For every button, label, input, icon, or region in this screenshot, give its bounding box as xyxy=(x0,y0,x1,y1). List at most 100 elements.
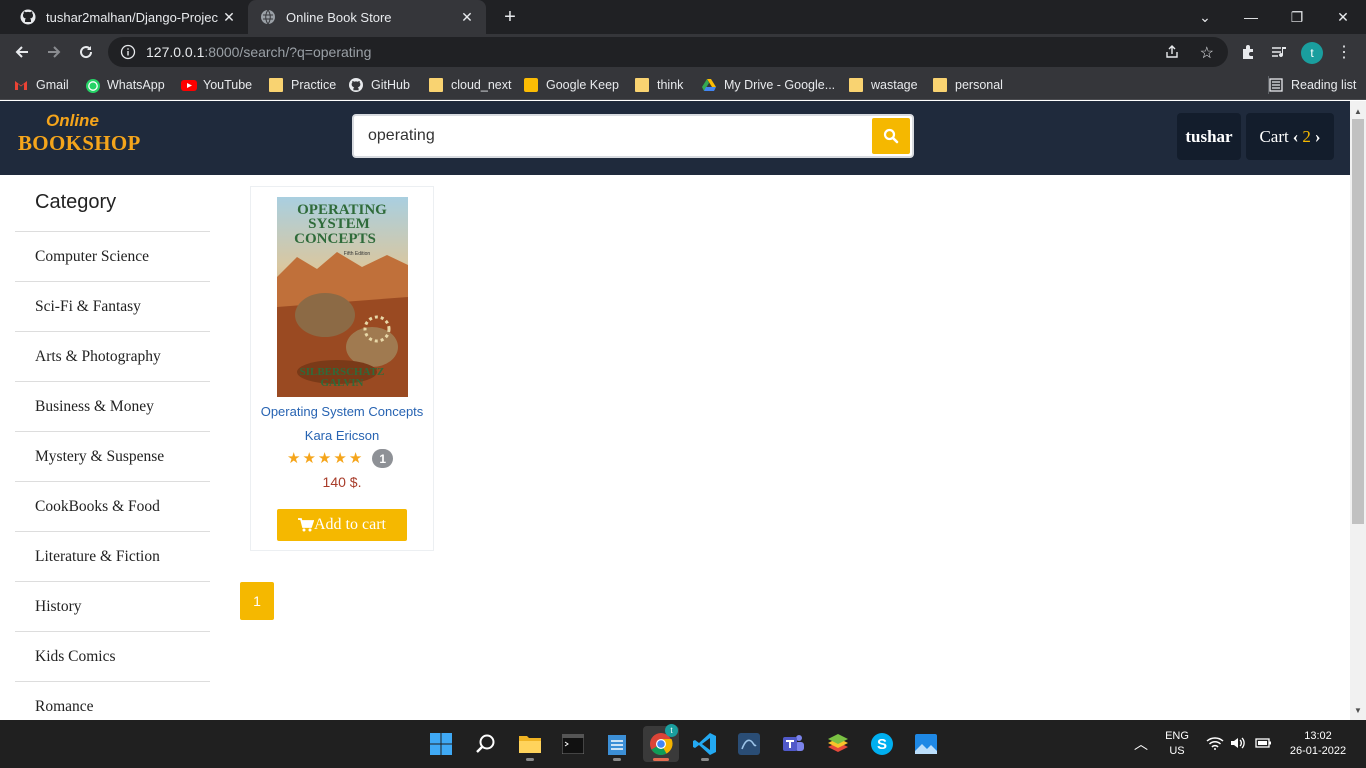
chevron-up-icon[interactable]: ︿ xyxy=(1134,734,1148,754)
taskbar-skype[interactable]: S xyxy=(864,726,900,762)
category-item[interactable]: Computer Science xyxy=(15,232,210,282)
scroll-up-icon[interactable]: ▲ xyxy=(1350,103,1366,119)
bookmark-my-drive[interactable]: My Drive - Google... xyxy=(702,76,835,94)
clock[interactable]: 13:02 26-01-2022 xyxy=(1280,729,1356,759)
book-cover-image[interactable]: OPERATING SYSTEM CONCEPTS Fifth Edition … xyxy=(277,197,408,397)
search-button[interactable] xyxy=(872,118,910,154)
logo-bottom-text: BOOKSHOP xyxy=(18,131,141,155)
close-window-button[interactable]: ✕ xyxy=(1320,0,1366,34)
bookmark-label: WhatsApp xyxy=(107,78,165,92)
bookshop-logo[interactable]: Online BOOKSHOP xyxy=(18,111,140,165)
taskbar-notepad[interactable] xyxy=(599,726,635,762)
category-item[interactable]: CookBooks & Food xyxy=(15,482,210,532)
taskbar-mysql-workbench[interactable] xyxy=(731,726,767,762)
user-account-button[interactable]: tushar xyxy=(1177,113,1241,160)
category-item[interactable]: Mystery & Suspense xyxy=(15,432,210,482)
forward-button[interactable] xyxy=(40,38,68,66)
category-item[interactable]: Business & Money xyxy=(15,382,210,432)
scrollbar-thumb[interactable] xyxy=(1352,119,1364,524)
back-button[interactable] xyxy=(8,38,36,66)
taskbar-vscode[interactable] xyxy=(687,726,723,762)
extensions-icon[interactable] xyxy=(1234,38,1262,66)
battery-icon[interactable] xyxy=(1254,736,1272,755)
category-item[interactable]: History xyxy=(15,582,210,632)
tab-search-icon[interactable]: ⌄ xyxy=(1182,0,1228,34)
minimize-button[interactable]: — xyxy=(1228,0,1274,34)
bookmark-google-keep[interactable]: Google Keep xyxy=(524,76,619,94)
reload-button[interactable] xyxy=(72,38,100,66)
site-header: Online BOOKSHOP tushar Cart ‹ 2 › xyxy=(0,101,1350,175)
svg-text:S: S xyxy=(877,736,887,753)
reading-list-label: Reading list xyxy=(1291,78,1357,92)
pagination-page-1[interactable]: 1 xyxy=(240,582,274,620)
bookmark-github[interactable]: GitHub xyxy=(349,76,410,94)
bookmark-practice[interactable]: Practice xyxy=(269,76,336,94)
bookmark-think[interactable]: think xyxy=(635,76,683,94)
reading-list-button[interactable]: Reading list xyxy=(1268,76,1356,94)
folder-icon xyxy=(429,78,443,92)
scroll-down-icon[interactable]: ▼ xyxy=(1350,702,1366,718)
profile-avatar[interactable]: t xyxy=(1301,42,1323,64)
language-indicator[interactable]: ENG US xyxy=(1160,729,1194,759)
bookmark-whatsapp[interactable]: WhatsApp xyxy=(85,76,165,94)
folder-icon xyxy=(849,78,863,92)
address-bar[interactable]: 127.0.0.1:8000/search/?q=operating ☆ xyxy=(108,37,1228,67)
windows-icon xyxy=(430,733,452,755)
volume-icon[interactable] xyxy=(1230,736,1246,755)
taskbar-bluestacks[interactable] xyxy=(820,726,856,762)
cart-button[interactable]: Cart ‹ 2 › xyxy=(1246,113,1334,160)
product-card: OPERATING SYSTEM CONCEPTS Fifth Edition … xyxy=(250,186,434,551)
chrome-profile-badge: t xyxy=(665,724,678,737)
taskbar-teams[interactable] xyxy=(775,726,811,762)
close-tab-icon[interactable]: ✕ xyxy=(218,9,240,26)
tab-title: Online Book Store xyxy=(286,9,392,25)
add-to-cart-button[interactable]: Add to cart xyxy=(277,509,407,541)
close-tab-icon[interactable]: ✕ xyxy=(456,9,478,26)
tab-github[interactable]: tushar2malhan/Django-Projects ✕ xyxy=(8,0,248,34)
arrow-left-icon xyxy=(15,46,28,58)
bookmark-star-icon[interactable]: ☆ xyxy=(1200,43,1214,63)
bookmark-personal[interactable]: personal xyxy=(933,76,1003,94)
category-item[interactable]: Literature & Fiction xyxy=(15,532,210,582)
wifi-icon[interactable] xyxy=(1206,736,1224,755)
new-tab-button[interactable]: + xyxy=(498,5,522,29)
cart-label: Cart xyxy=(1259,126,1289,146)
search-input[interactable] xyxy=(354,116,872,156)
reading-list-icon xyxy=(1269,78,1283,92)
taskbar-photos[interactable] xyxy=(908,726,944,762)
product-author-link[interactable]: Kara Ericson xyxy=(251,428,433,443)
star-icon: ★ xyxy=(317,449,332,467)
mysql-workbench-icon xyxy=(738,733,760,755)
teams-icon xyxy=(783,735,804,751)
site-info-icon[interactable] xyxy=(120,44,136,60)
search-icon xyxy=(476,734,495,753)
start-button[interactable] xyxy=(423,726,459,762)
media-control-icon[interactable] xyxy=(1265,38,1293,66)
product-title-link[interactable]: Operating System Concepts xyxy=(251,404,433,419)
arrow-right-icon xyxy=(48,46,61,58)
taskbar-terminal[interactable] xyxy=(555,726,591,762)
taskbar-search-button[interactable] xyxy=(468,726,504,762)
tab-online-book-store[interactable]: Online Book Store ✕ xyxy=(248,0,486,34)
bookmark-wastage[interactable]: wastage xyxy=(849,76,918,94)
bookmark-label: think xyxy=(657,78,684,92)
category-item[interactable]: Kids Comics xyxy=(15,632,210,682)
logo-top-text: Online xyxy=(46,111,99,130)
bookmarks-bar: Gmail WhatsApp YouTube Practice GitHub c… xyxy=(0,70,1366,100)
taskbar-file-explorer[interactable] xyxy=(512,726,548,762)
clock-date: 26-01-2022 xyxy=(1289,745,1347,757)
star-icon: ★ xyxy=(348,449,363,467)
reload-icon xyxy=(80,46,93,59)
taskbar-chrome[interactable]: t xyxy=(643,724,679,762)
category-item[interactable]: Sci-Fi & Fantasy xyxy=(15,282,210,332)
browser-menu-icon[interactable]: ⋮ xyxy=(1330,38,1358,66)
bookmark-youtube[interactable]: YouTube xyxy=(181,76,252,94)
share-icon[interactable] xyxy=(1164,44,1180,65)
restore-button[interactable]: ❐ xyxy=(1274,0,1320,34)
running-indicator xyxy=(701,758,709,761)
page-scrollbar[interactable]: ▲ ▼ xyxy=(1350,101,1366,720)
bookmark-gmail[interactable]: Gmail xyxy=(14,76,69,94)
star-icon: ★ xyxy=(333,449,347,467)
bookmark-cloud-next[interactable]: cloud_next xyxy=(429,76,511,94)
category-item[interactable]: Arts & Photography xyxy=(15,332,210,382)
